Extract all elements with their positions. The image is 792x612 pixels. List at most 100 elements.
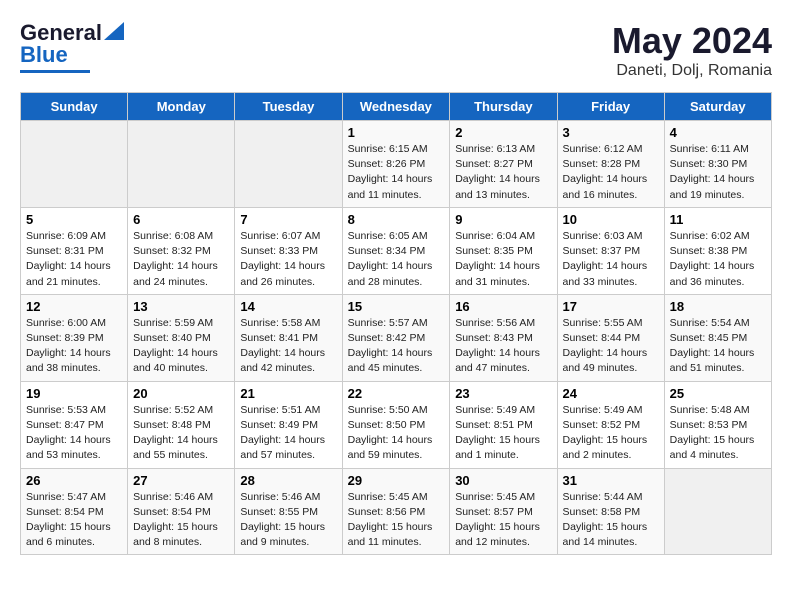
day-info: Sunrise: 5:47 AM Sunset: 8:54 PM Dayligh…: [26, 490, 122, 551]
day-cell: 2 Sunrise: 6:13 AM Sunset: 8:27 PM Daylig…: [450, 121, 557, 208]
day-cell: 15 Sunrise: 5:57 AM Sunset: 8:42 PM Dayli…: [342, 294, 450, 381]
day-cell: [128, 121, 235, 208]
day-cell: 21 Sunrise: 5:51 AM Sunset: 8:49 PM Dayli…: [235, 381, 342, 468]
week-row-3: 12 Sunrise: 6:00 AM Sunset: 8:39 PM Dayli…: [21, 294, 772, 381]
day-number: 28: [240, 473, 336, 488]
day-number: 8: [348, 212, 445, 227]
day-cell: 26Sunrise: 5:47 AM Sunset: 8:54 PM Dayli…: [21, 468, 128, 555]
day-info: Sunrise: 6:03 AM Sunset: 8:37 PM Dayligh…: [563, 229, 659, 290]
col-header-sunday: Sunday: [21, 93, 128, 121]
day-info: Sunrise: 5:54 AM Sunset: 8:45 PM Dayligh…: [670, 316, 766, 377]
day-info: Sunrise: 6:04 AM Sunset: 8:35 PM Dayligh…: [455, 229, 551, 290]
day-cell: 5 Sunrise: 6:09 AM Sunset: 8:31 PM Daylig…: [21, 207, 128, 294]
day-number: 18: [670, 299, 766, 314]
day-cell: 14 Sunrise: 5:58 AM Sunset: 8:41 PM Dayli…: [235, 294, 342, 381]
day-info: Sunrise: 5:49 AM Sunset: 8:51 PM Dayligh…: [455, 403, 551, 464]
day-info: Sunrise: 6:08 AM Sunset: 8:32 PM Dayligh…: [133, 229, 229, 290]
day-number: 2: [455, 125, 551, 140]
day-cell: 13Sunrise: 5:59 AM Sunset: 8:40 PM Dayli…: [128, 294, 235, 381]
day-info: Sunrise: 6:07 AM Sunset: 8:33 PM Dayligh…: [240, 229, 336, 290]
week-row-2: 5 Sunrise: 6:09 AM Sunset: 8:31 PM Daylig…: [21, 207, 772, 294]
day-cell: 7 Sunrise: 6:07 AM Sunset: 8:33 PM Daylig…: [235, 207, 342, 294]
day-number: 21: [240, 386, 336, 401]
day-info: Sunrise: 6:13 AM Sunset: 8:27 PM Dayligh…: [455, 142, 551, 203]
day-cell: 25 Sunrise: 5:48 AM Sunset: 8:53 PM Dayli…: [664, 381, 771, 468]
day-number: 19: [26, 386, 122, 401]
calendar-table: SundayMondayTuesdayWednesdayThursdayFrid…: [20, 92, 772, 555]
day-number: 10: [563, 212, 659, 227]
day-number: 23: [455, 386, 551, 401]
day-number: 24: [563, 386, 659, 401]
day-cell: 20 Sunrise: 5:52 AM Sunset: 8:48 PM Dayli…: [128, 381, 235, 468]
calendar-title: May 2024: [612, 20, 772, 62]
day-cell: 29 Sunrise: 5:45 AM Sunset: 8:56 PM Dayli…: [342, 468, 450, 555]
day-cell: 4 Sunrise: 6:11 AM Sunset: 8:30 PM Daylig…: [664, 121, 771, 208]
day-info: Sunrise: 6:12 AM Sunset: 8:28 PM Dayligh…: [563, 142, 659, 203]
day-cell: [664, 468, 771, 555]
day-number: 5: [26, 212, 122, 227]
day-number: 12: [26, 299, 122, 314]
day-number: 20: [133, 386, 229, 401]
day-cell: 10 Sunrise: 6:03 AM Sunset: 8:37 PM Dayli…: [557, 207, 664, 294]
day-cell: 28 Sunrise: 5:46 AM Sunset: 8:55 PM Dayli…: [235, 468, 342, 555]
day-cell: 8 Sunrise: 6:05 AM Sunset: 8:34 PM Daylig…: [342, 207, 450, 294]
week-row-5: 26Sunrise: 5:47 AM Sunset: 8:54 PM Dayli…: [21, 468, 772, 555]
day-number: 25: [670, 386, 766, 401]
day-cell: 9 Sunrise: 6:04 AM Sunset: 8:35 PM Daylig…: [450, 207, 557, 294]
calendar-subtitle: Daneti, Dolj, Romania: [612, 62, 772, 80]
col-header-tuesday: Tuesday: [235, 93, 342, 121]
day-info: Sunrise: 5:48 AM Sunset: 8:53 PM Dayligh…: [670, 403, 766, 464]
logo-icon: [104, 22, 124, 40]
page-header: General Blue May 2024 Daneti, Dolj, Roma…: [20, 20, 772, 80]
day-number: 3: [563, 125, 659, 140]
day-number: 1: [348, 125, 445, 140]
day-info: Sunrise: 5:53 AM Sunset: 8:47 PM Dayligh…: [26, 403, 122, 464]
day-number: 9: [455, 212, 551, 227]
day-cell: 3 Sunrise: 6:12 AM Sunset: 8:28 PM Daylig…: [557, 121, 664, 208]
day-info: Sunrise: 5:58 AM Sunset: 8:41 PM Dayligh…: [240, 316, 336, 377]
day-number: 4: [670, 125, 766, 140]
day-cell: 19 Sunrise: 5:53 AM Sunset: 8:47 PM Dayli…: [21, 381, 128, 468]
day-info: Sunrise: 5:45 AM Sunset: 8:57 PM Dayligh…: [455, 490, 551, 551]
day-number: 29: [348, 473, 445, 488]
col-header-wednesday: Wednesday: [342, 93, 450, 121]
day-info: Sunrise: 5:55 AM Sunset: 8:44 PM Dayligh…: [563, 316, 659, 377]
day-cell: 27Sunrise: 5:46 AM Sunset: 8:54 PM Dayli…: [128, 468, 235, 555]
title-block: May 2024 Daneti, Dolj, Romania: [612, 20, 772, 80]
day-cell: 12 Sunrise: 6:00 AM Sunset: 8:39 PM Dayli…: [21, 294, 128, 381]
day-info: Sunrise: 5:56 AM Sunset: 8:43 PM Dayligh…: [455, 316, 551, 377]
day-cell: 23 Sunrise: 5:49 AM Sunset: 8:51 PM Dayli…: [450, 381, 557, 468]
day-info: Sunrise: 5:57 AM Sunset: 8:42 PM Dayligh…: [348, 316, 445, 377]
day-cell: 31Sunrise: 5:44 AM Sunset: 8:58 PM Dayli…: [557, 468, 664, 555]
day-info: Sunrise: 6:11 AM Sunset: 8:30 PM Dayligh…: [670, 142, 766, 203]
day-number: 14: [240, 299, 336, 314]
col-header-friday: Friday: [557, 93, 664, 121]
day-info: Sunrise: 6:02 AM Sunset: 8:38 PM Dayligh…: [670, 229, 766, 290]
logo-underline: [20, 70, 90, 73]
day-number: 30: [455, 473, 551, 488]
day-info: Sunrise: 6:15 AM Sunset: 8:26 PM Dayligh…: [348, 142, 445, 203]
week-row-4: 19 Sunrise: 5:53 AM Sunset: 8:47 PM Dayli…: [21, 381, 772, 468]
day-cell: [235, 121, 342, 208]
day-number: 17: [563, 299, 659, 314]
day-info: Sunrise: 5:45 AM Sunset: 8:56 PM Dayligh…: [348, 490, 445, 551]
day-cell: 11 Sunrise: 6:02 AM Sunset: 8:38 PM Dayli…: [664, 207, 771, 294]
day-number: 15: [348, 299, 445, 314]
day-info: Sunrise: 5:51 AM Sunset: 8:49 PM Dayligh…: [240, 403, 336, 464]
day-cell: 18 Sunrise: 5:54 AM Sunset: 8:45 PM Dayli…: [664, 294, 771, 381]
day-cell: 30 Sunrise: 5:45 AM Sunset: 8:57 PM Dayli…: [450, 468, 557, 555]
day-number: 7: [240, 212, 336, 227]
calendar-body: 1 Sunrise: 6:15 AM Sunset: 8:26 PM Daylig…: [21, 121, 772, 555]
day-info: Sunrise: 5:59 AM Sunset: 8:40 PM Dayligh…: [133, 316, 229, 377]
col-header-saturday: Saturday: [664, 93, 771, 121]
day-info: Sunrise: 5:52 AM Sunset: 8:48 PM Dayligh…: [133, 403, 229, 464]
day-number: 16: [455, 299, 551, 314]
day-info: Sunrise: 6:05 AM Sunset: 8:34 PM Dayligh…: [348, 229, 445, 290]
column-headers: SundayMondayTuesdayWednesdayThursdayFrid…: [21, 93, 772, 121]
day-number: 27: [133, 473, 229, 488]
day-info: Sunrise: 6:00 AM Sunset: 8:39 PM Dayligh…: [26, 316, 122, 377]
day-info: Sunrise: 5:46 AM Sunset: 8:55 PM Dayligh…: [240, 490, 336, 551]
day-info: Sunrise: 5:44 AM Sunset: 8:58 PM Dayligh…: [563, 490, 659, 551]
day-number: 11: [670, 212, 766, 227]
day-info: Sunrise: 6:09 AM Sunset: 8:31 PM Dayligh…: [26, 229, 122, 290]
